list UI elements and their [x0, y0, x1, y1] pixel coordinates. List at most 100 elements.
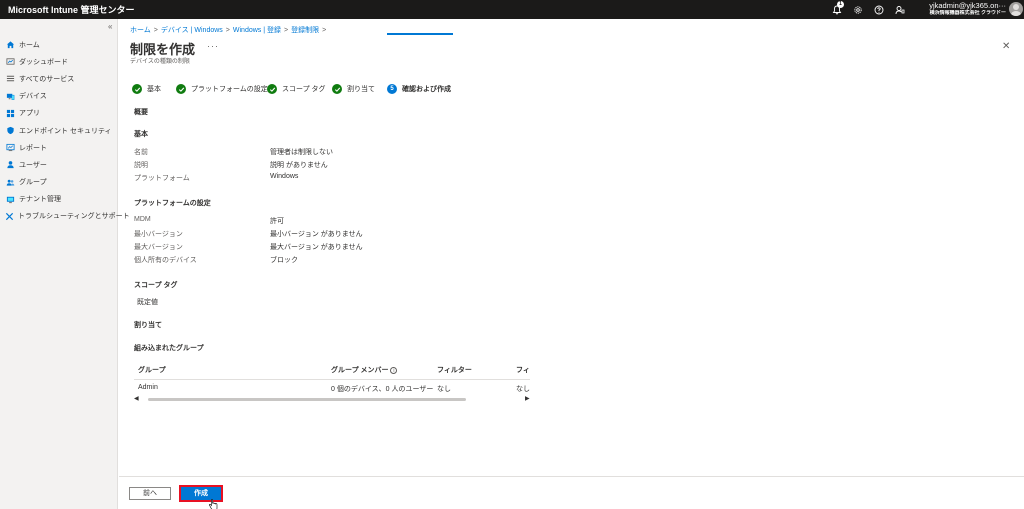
- check-circle-icon: [132, 84, 142, 94]
- hand-cursor-icon: [208, 499, 218, 509]
- mdm-value: 許可: [270, 218, 284, 225]
- user-org: 横浜情報機器株式会社 クラウドー: [929, 10, 1006, 16]
- collapse-sidebar-button[interactable]: «: [108, 22, 112, 31]
- help-button[interactable]: [868, 0, 889, 19]
- list-icon: [5, 74, 15, 84]
- max-version-label: 最大バージョン: [134, 244, 183, 251]
- included-groups-heading: 組み込まれたグループ: [134, 345, 204, 352]
- breadcrumb-enrollment-restrictions[interactable]: 登録制限: [291, 27, 319, 34]
- step-number: 5: [387, 84, 397, 94]
- info-icon[interactable]: i: [390, 366, 398, 374]
- sidebar-item-troubleshooting[interactable]: トラブルシューティングとサポート: [0, 208, 130, 225]
- sidebar-item-all-services[interactable]: すべてのサービス: [0, 70, 118, 87]
- step-label: プラットフォームの設定: [191, 86, 268, 93]
- breadcrumb-devices-windows[interactable]: デバイス | Windows: [161, 27, 223, 34]
- check-circle-icon: [176, 84, 186, 94]
- breadcrumb-home[interactable]: ホーム: [130, 27, 151, 34]
- more-options-button[interactable]: ···: [207, 41, 219, 51]
- chevron-right-icon: >: [225, 27, 230, 34]
- main-content: ホーム > デバイス | Windows > Windows | 登録 > 登録制限 > 制限…: [119, 19, 1024, 509]
- sidebar-item-users[interactable]: ユーザー: [0, 156, 118, 173]
- account-info[interactable]: yjkadmin@yjk365.on··· 横浜情報機器株式会社 クラウドー: [918, 1, 1006, 17]
- max-version-value: 最大バージョン がありません: [270, 244, 363, 251]
- apps-icon: [5, 108, 15, 118]
- table-cell-filter: なし: [437, 386, 451, 393]
- step-label: スコープ タグ: [282, 86, 326, 93]
- shield-icon: [5, 126, 15, 136]
- step-platform-settings[interactable]: プラットフォームの設定: [176, 84, 268, 94]
- table-cell-members: 0 個のデバイス、0 人のユーザー: [331, 386, 434, 393]
- active-step-indicator: [387, 33, 453, 35]
- step-label: 確認および作成: [402, 86, 451, 93]
- chevron-right-icon: >: [153, 27, 158, 34]
- sidebar-item-dashboard[interactable]: ダッシュボード: [0, 53, 118, 70]
- sidebar-item-tenant-admin[interactable]: テナント管理: [0, 191, 118, 208]
- step-review-create[interactable]: 5 確認および作成: [387, 84, 451, 94]
- sidebar-item-label: テナント管理: [19, 196, 61, 204]
- column-header-filter[interactable]: フィルター: [437, 365, 472, 375]
- name-label: 名前: [134, 149, 148, 156]
- chevron-right-icon: >: [322, 27, 327, 34]
- user-email: yjkadmin@yjk365.on···: [929, 1, 1006, 10]
- sidebar-item-label: トラブルシューティングとサポート: [18, 213, 130, 221]
- description-value: 説明 がありません: [270, 162, 328, 169]
- group-icon: [5, 177, 15, 187]
- home-icon: [5, 40, 15, 50]
- user-icon: [5, 160, 15, 170]
- column-header-group-members[interactable]: グループ メンバー i: [331, 365, 398, 375]
- min-version-label: 最小バージョン: [134, 231, 183, 238]
- sidebar-nav: ホーム ダッシュボード すべてのサービス デバイス アプリ エンドポイント セキ…: [0, 36, 130, 225]
- footer-divider: [119, 476, 1024, 477]
- scope-tags-heading: スコープ タグ: [134, 282, 178, 289]
- previous-button[interactable]: 前へ: [129, 487, 171, 500]
- page-subtitle: デバイスの種類の制限: [130, 59, 190, 65]
- feedback-icon: [895, 5, 904, 14]
- horizontal-scrollbar[interactable]: ◀ ▶: [134, 395, 530, 405]
- sidebar-item-groups[interactable]: グループ: [0, 174, 118, 191]
- sidebar-item-endpoint-security[interactable]: エンドポイント セキュリティ: [0, 122, 118, 139]
- top-bar-icons: 1: [826, 0, 910, 19]
- devices-icon: [5, 91, 15, 101]
- feedback-button[interactable]: [889, 0, 910, 19]
- sidebar-item-label: ホーム: [19, 41, 40, 49]
- assignments-heading: 割り当て: [134, 322, 162, 329]
- scroll-right-arrow-icon[interactable]: ▶: [525, 395, 530, 402]
- sidebar-item-devices[interactable]: デバイス: [0, 88, 118, 105]
- step-label: 基本: [147, 86, 161, 93]
- check-circle-icon: [332, 84, 342, 94]
- app-title[interactable]: Microsoft Intune 管理センター: [0, 3, 135, 16]
- sidebar-item-label: グループ: [19, 179, 47, 187]
- column-header-group[interactable]: グループ: [138, 365, 166, 375]
- platform-settings-heading: プラットフォームの設定: [134, 200, 211, 207]
- sidebar-item-home[interactable]: ホーム: [0, 36, 118, 53]
- report-icon: [5, 143, 15, 153]
- avatar[interactable]: [1009, 2, 1023, 16]
- notification-button[interactable]: 1: [826, 0, 847, 19]
- breadcrumb-windows-enrollment[interactable]: Windows | 登録: [233, 27, 281, 34]
- basics-heading: 基本: [134, 131, 148, 138]
- sidebar-item-label: アプリ: [19, 110, 40, 118]
- settings-button[interactable]: [847, 0, 868, 19]
- sidebar-item-label: すべてのサービス: [19, 75, 75, 83]
- scope-tags-value: 既定値: [137, 299, 158, 306]
- platform-label: プラットフォーム: [134, 175, 190, 182]
- scroll-left-arrow-icon[interactable]: ◀: [134, 395, 139, 402]
- table-cell-group: Admin: [138, 384, 158, 391]
- sidebar-item-apps[interactable]: アプリ: [0, 105, 118, 122]
- column-header-filter-mode[interactable]: フィル: [516, 365, 530, 375]
- personal-devices-value: ブロック: [270, 257, 298, 264]
- tenant-icon: [5, 194, 15, 204]
- step-assignments[interactable]: 割り当て: [332, 84, 375, 94]
- top-bar: Microsoft Intune 管理センター 1 yjkadmin@yjk36…: [0, 0, 1024, 19]
- help-icon: [874, 5, 883, 14]
- step-label: 割り当て: [347, 86, 375, 93]
- breadcrumb: ホーム > デバイス | Windows > Windows | 登録 > 登録制限 >: [130, 25, 329, 35]
- dashboard-icon: [5, 57, 15, 67]
- step-scope-tags[interactable]: スコープ タグ: [267, 84, 326, 94]
- scrollbar-thumb[interactable]: [148, 398, 466, 401]
- step-basics[interactable]: 基本: [132, 84, 161, 94]
- notification-badge: 1: [837, 1, 844, 8]
- sidebar-item-reports[interactable]: レポート: [0, 139, 118, 156]
- close-button[interactable]: ✕: [1002, 41, 1010, 52]
- chevron-right-icon: >: [284, 27, 289, 34]
